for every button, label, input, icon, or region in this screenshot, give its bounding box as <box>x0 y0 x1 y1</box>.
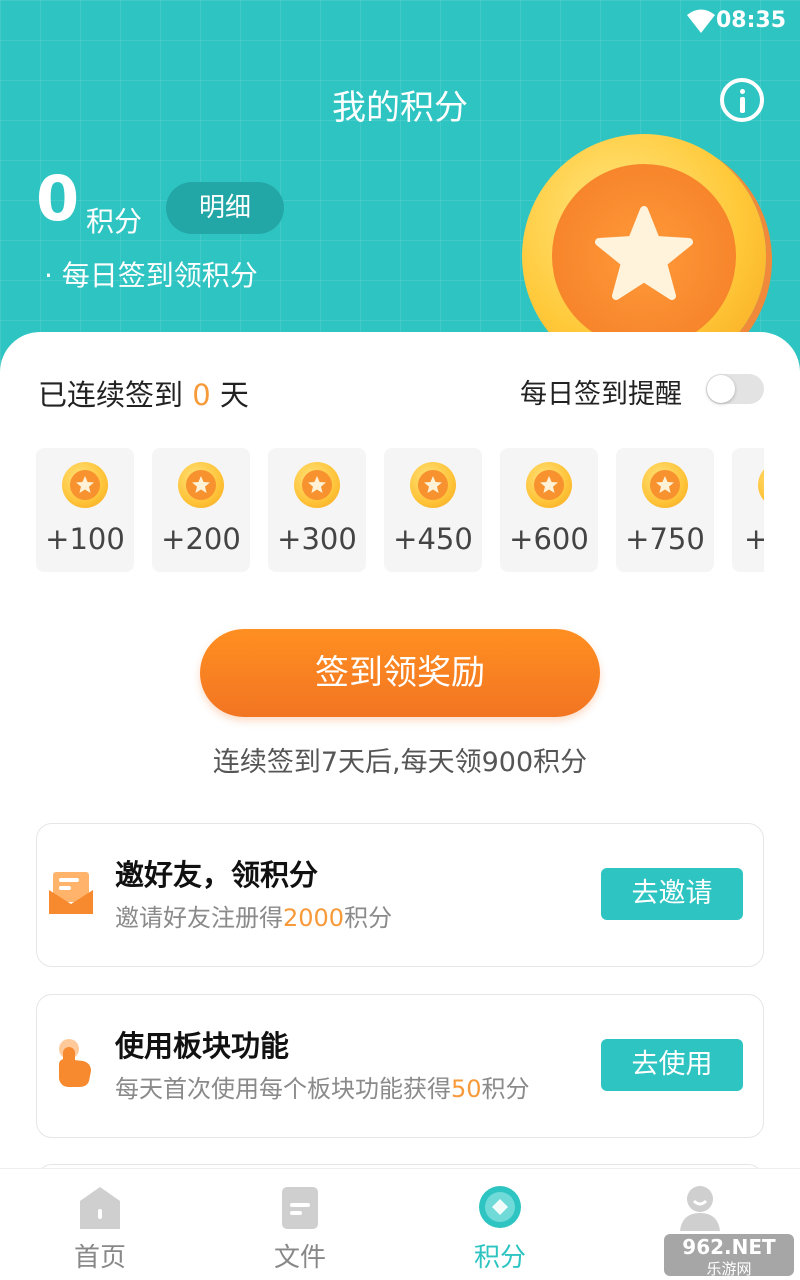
status-bar: 08:35 <box>0 0 800 44</box>
invite-button[interactable]: 去邀请 <box>601 868 743 920</box>
reward-value: +300 <box>277 522 357 556</box>
page-title: 我的积分 <box>332 88 468 128</box>
toggle-knob <box>707 375 735 403</box>
points-icon <box>479 1186 521 1228</box>
coin-icon <box>758 462 764 508</box>
task-title: 使用板块功能 <box>115 1029 290 1063</box>
reward-day-4: +450 <box>384 448 482 572</box>
use-button[interactable]: 去使用 <box>601 1039 743 1091</box>
detail-button[interactable]: 明细 <box>166 182 284 234</box>
status-time: 08:35 <box>715 8 786 33</box>
reminder-label: 每日签到提醒 <box>520 379 682 410</box>
reward-value: + <box>744 522 764 556</box>
envelope-icon <box>49 872 93 914</box>
streak-prefix: 已连续签到 <box>38 378 184 412</box>
task-desc: 邀请好友注册得2000积分 <box>115 904 393 932</box>
coin-icon <box>642 462 688 508</box>
streak-suffix: 天 <box>219 378 249 412</box>
nav-files[interactable]: 文件 <box>200 1169 400 1280</box>
streak-text: 已连续签到 0 天 <box>38 372 249 414</box>
file-icon <box>282 1187 318 1229</box>
reward-value: +750 <box>625 522 705 556</box>
sign-hint: 连续签到7天后,每天领900积分 <box>212 747 588 778</box>
tap-hand-icon <box>59 1039 91 1087</box>
site-watermark: 962.NET 乐游网 <box>664 1234 794 1278</box>
watermark-line1: 962.NET <box>682 1235 776 1259</box>
reminder-toggle[interactable] <box>706 374 764 404</box>
reward-strip[interactable]: +100 +200 +300 +450 +600 +750 + <box>36 448 764 574</box>
coin-icon <box>526 462 572 508</box>
reward-value: +600 <box>509 522 589 556</box>
sign-in-button[interactable]: 签到领奖励 <box>200 629 600 717</box>
reward-day-1: +100 <box>36 448 134 572</box>
task-card-invite: 邀好友，领积分 邀请好友注册得2000积分 去邀请 <box>36 823 764 967</box>
nav-label: 首页 <box>73 1243 126 1273</box>
reward-day-7: + <box>732 448 764 572</box>
reward-value: +100 <box>45 522 125 556</box>
reward-day-5: +600 <box>500 448 598 572</box>
watermark-line2: 乐游网 <box>706 1260 752 1278</box>
reward-value: +450 <box>393 522 473 556</box>
nav-points[interactable]: 积分 <box>400 1169 600 1280</box>
home-icon <box>80 1187 120 1229</box>
coin-icon <box>178 462 224 508</box>
info-icon[interactable] <box>720 78 764 122</box>
nav-label: 积分 <box>473 1243 526 1273</box>
star-icon <box>595 206 693 300</box>
daily-subtitle: · 每日签到领积分 <box>44 259 258 292</box>
task-card-use-features: 使用板块功能 每天首次使用每个板块功能获得50积分 去使用 <box>36 994 764 1138</box>
streak-count: 0 <box>192 378 211 412</box>
coin-icon <box>62 462 108 508</box>
coin-inner <box>552 164 736 348</box>
reward-day-6: +750 <box>616 448 714 572</box>
coin-icon <box>410 462 456 508</box>
task-desc: 每天首次使用每个板块功能获得50积分 <box>115 1075 530 1103</box>
reward-day-3: +300 <box>268 448 366 572</box>
nav-home[interactable]: 首页 <box>0 1169 200 1280</box>
points-value: 0 <box>36 162 80 235</box>
reward-value: +200 <box>161 522 241 556</box>
profile-icon <box>680 1186 720 1231</box>
points-unit: 积分 <box>86 205 143 238</box>
nav-label: 文件 <box>273 1243 326 1273</box>
wifi-icon <box>687 9 715 33</box>
reward-day-2: +200 <box>152 448 250 572</box>
coin-icon <box>294 462 340 508</box>
task-title: 邀好友，领积分 <box>115 858 319 892</box>
